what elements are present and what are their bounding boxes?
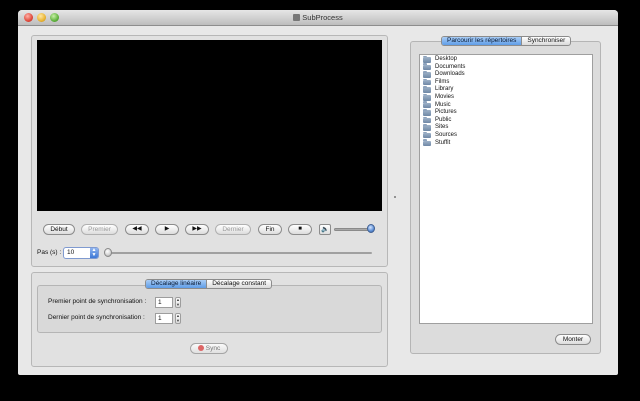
premier-button[interactable]: Premier (81, 224, 118, 235)
app-icon (293, 14, 301, 21)
app-window: SubProcess Début Premier ◀◀ ▶ ▶▶ Dernier… (18, 10, 618, 375)
tab-decalage-lineaire[interactable]: Décalage linéaire (146, 280, 208, 288)
list-item-label: Desktop (435, 56, 458, 62)
list-item[interactable]: Pictures (420, 109, 592, 117)
folder-icon (423, 116, 431, 124)
fin-button[interactable]: Fin (258, 224, 282, 235)
folder-icon (423, 109, 431, 116)
sync-icon (197, 345, 204, 351)
sync-tab-content (37, 285, 382, 333)
list-item[interactable]: Documents (420, 63, 592, 72)
speaker-icon[interactable]: 🔈 (319, 224, 331, 235)
folder-icon (423, 139, 431, 147)
list-item[interactable]: Downloads (420, 71, 592, 79)
first-point-label: Premier point de synchronisation : (48, 298, 147, 305)
title-bar[interactable]: SubProcess (18, 10, 618, 26)
list-item[interactable]: Sites (420, 124, 592, 132)
list-item-label: Library (435, 86, 454, 93)
list-item[interactable]: Library (420, 86, 592, 94)
stop-button[interactable]: ■ (288, 224, 312, 235)
list-item[interactable]: Films (420, 78, 592, 87)
last-point-field[interactable]: 1 (155, 313, 173, 324)
step-slider-knob[interactable] (104, 248, 112, 257)
debut-button[interactable]: Début (43, 224, 75, 235)
list-item-label: Downloads (435, 71, 465, 78)
list-item-label: Public (435, 116, 452, 123)
folder-icon (423, 63, 431, 71)
folder-icon (423, 78, 431, 86)
directory-list[interactable]: Desktop Documents Downloads Films Library Mov… (419, 54, 593, 324)
list-item[interactable]: Sources (420, 131, 592, 140)
list-item[interactable]: Music (420, 101, 592, 110)
folder-icon (423, 55, 431, 63)
first-point-stepper[interactable]: ▲ ▼ (175, 297, 181, 308)
list-item-label: Sites (435, 124, 449, 131)
monter-button[interactable]: Monter (555, 334, 591, 345)
step-slider[interactable] (106, 252, 372, 254)
folder-icon (423, 86, 431, 93)
folder-icon (423, 93, 431, 101)
folder-icon (423, 101, 431, 109)
tab-parcourir-repertoires[interactable]: Parcourir les répertoires (442, 37, 523, 45)
list-item-label: Pictures (435, 109, 457, 116)
play-button[interactable]: ▶ (155, 224, 179, 235)
list-item[interactable]: Public (420, 116, 592, 125)
first-point-field[interactable]: 1 (155, 297, 173, 308)
sync-button[interactable]: Sync (190, 343, 228, 354)
chevron-updown-icon: ▲ ▼ (90, 247, 98, 258)
folder-icon (423, 71, 431, 78)
fast-forward-button[interactable]: ▶▶ (185, 224, 209, 235)
step-select-value: 10 (67, 249, 75, 256)
browser-tab-bar: Parcourir les répertoires Synchroniser (441, 36, 572, 46)
step-select[interactable]: 10 ▲ ▼ (63, 247, 99, 259)
list-item[interactable]: Stuffit (420, 139, 592, 148)
list-item-label: Sources (435, 131, 458, 138)
split-view-divider[interactable] (394, 196, 396, 198)
list-item-label: Movies (435, 93, 455, 100)
sync-button-label: Sync (205, 345, 221, 352)
list-item[interactable]: Desktop (420, 55, 592, 64)
list-item-label: Films (435, 78, 450, 85)
list-item[interactable]: Movies (420, 93, 592, 102)
sync-tab-bar: Décalage linéaire Décalage constant (145, 279, 273, 289)
window-title: SubProcess (18, 13, 618, 22)
list-item-label: Documents (435, 63, 466, 70)
last-point-stepper[interactable]: ▲ ▼ (175, 313, 181, 324)
last-point-label: Dernier point de synchronisation : (48, 314, 145, 321)
folder-icon (423, 131, 431, 139)
rewind-button[interactable]: ◀◀ (125, 224, 149, 235)
list-item-label: Music (435, 101, 451, 108)
folder-icon (423, 124, 431, 131)
step-label: Pas (s) : (37, 249, 62, 256)
window-title-text: SubProcess (302, 13, 343, 22)
dernier-button[interactable]: Dernier (215, 224, 251, 235)
tab-synchroniser[interactable]: Synchroniser (522, 37, 570, 45)
tab-decalage-constant[interactable]: Décalage constant (207, 280, 271, 288)
volume-slider-knob[interactable] (367, 224, 375, 233)
list-item-label: Stuffit (435, 139, 451, 146)
video-display[interactable] (37, 40, 382, 211)
